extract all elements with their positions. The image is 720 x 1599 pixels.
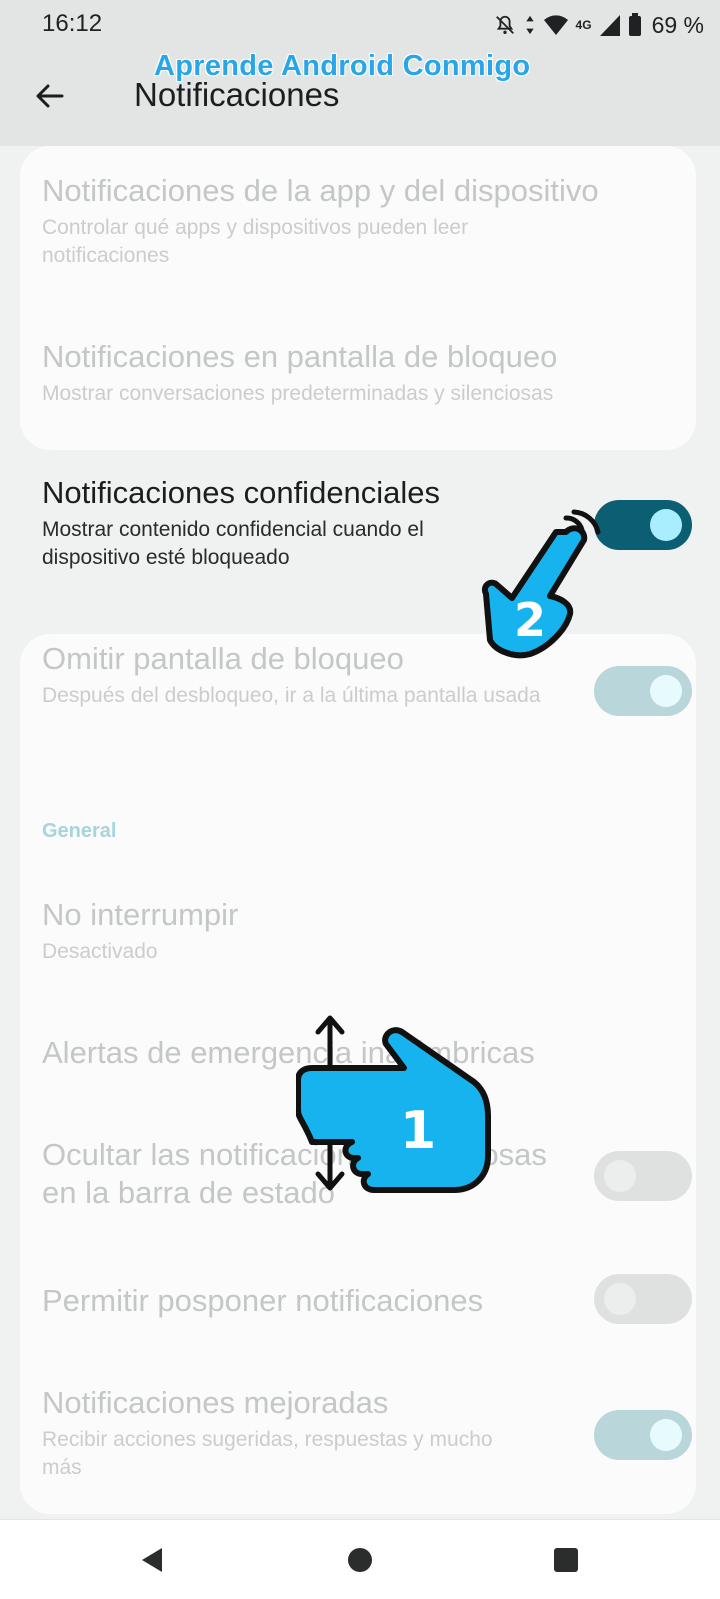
enhanced-notifications-toggle[interactable] <box>594 1410 692 1460</box>
toggle-knob <box>650 509 682 541</box>
page-title: Notificaciones <box>134 76 340 113</box>
toggle-knob <box>604 1160 636 1192</box>
status-icons: 4G 69 % <box>494 10 704 40</box>
bell-off-icon <box>494 14 516 36</box>
setting-subtitle: Mostrar contenido confidencial cuando el… <box>42 518 424 569</box>
setting-lockscreen-notifications[interactable]: Notificaciones en pantalla de bloqueo Mo… <box>42 338 682 408</box>
setting-snooze-notifications[interactable]: Permitir posponer notificaciones <box>42 1282 582 1320</box>
toggle-knob <box>604 1283 636 1315</box>
nav-back-button[interactable] <box>132 1540 172 1580</box>
back-button[interactable] <box>28 74 72 118</box>
hide-silent-notifications-toggle[interactable] <box>594 1151 692 1201</box>
skip-lockscreen-toggle[interactable] <box>594 666 692 716</box>
setting-title: Permitir posponer notificaciones <box>42 1283 484 1318</box>
toggle-knob <box>650 1419 682 1451</box>
home-circle-icon <box>348 1548 372 1572</box>
setting-subtitle: Controlar qué apps y dispositivos pueden… <box>42 216 469 267</box>
toggle-knob <box>650 675 682 707</box>
status-time: 16:12 <box>42 10 103 37</box>
setting-title: No interrumpir <box>42 897 239 932</box>
arrow-left-icon <box>36 84 64 108</box>
setting-title: Notificaciones mejoradas <box>42 1385 389 1420</box>
network-type: 4G <box>575 18 592 32</box>
setting-subtitle: Mostrar conversaciones predeterminadas y… <box>42 382 554 405</box>
nav-home-button[interactable] <box>340 1540 380 1580</box>
setting-app-device-notifications[interactable]: Notificaciones de la app y del dispositi… <box>42 172 682 270</box>
nav-recents-button[interactable] <box>546 1540 586 1580</box>
tap-hand-icon: 2 <box>482 509 601 659</box>
status-bar: 16:12 4G 69 % <box>0 0 720 50</box>
setting-title: Notificaciones de la app y del dispositi… <box>42 173 599 208</box>
step-1-label: 1 <box>400 1101 436 1161</box>
setting-title: Notificaciones en pantalla de bloqueo <box>42 339 558 374</box>
system-nav-bar <box>0 1519 720 1599</box>
setting-enhanced-notifications[interactable]: Notificaciones mejoradas Recibir accione… <box>42 1384 562 1482</box>
back-triangle-icon <box>142 1548 162 1572</box>
setting-title: Notificaciones confidenciales <box>42 475 441 510</box>
setting-subtitle: Recibir acciones sugeridas, respuestas y… <box>42 1428 493 1479</box>
setting-do-not-disturb[interactable]: No interrumpir Desactivado <box>42 896 662 966</box>
signal-icon <box>599 14 620 36</box>
battery-percent: 69 % <box>651 11 704 38</box>
section-header-general: General <box>42 820 117 842</box>
scroll-hand-icon: 1 <box>296 1015 491 1193</box>
snooze-notifications-toggle[interactable] <box>594 1274 692 1324</box>
setting-subtitle: Desactivado <box>42 940 158 963</box>
battery-icon <box>628 13 642 37</box>
data-arrows-icon <box>524 14 536 36</box>
setting-subtitle: Después del desbloqueo, ir a la última p… <box>42 684 541 707</box>
recents-square-icon <box>554 1548 578 1572</box>
wifi-icon <box>543 14 568 36</box>
step-2-label: 2 <box>514 593 546 647</box>
